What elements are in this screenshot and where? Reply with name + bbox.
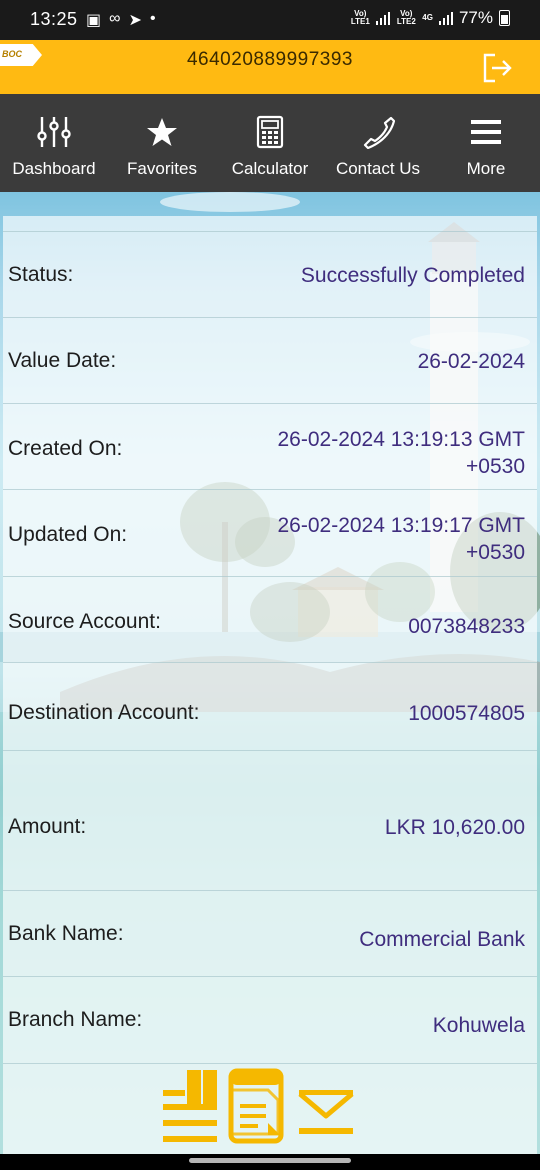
status-bar: 13:25 ▣ ∞ ➤ • Vo) LTE1 Vo) LTE2 4G 77%: [0, 0, 540, 40]
dot-icon: •: [149, 10, 156, 27]
detail-value: Commercial Bank: [359, 928, 525, 951]
detail-label: Created On:: [8, 437, 123, 460]
copy-document-icon[interactable]: [228, 1068, 284, 1144]
nav-label: Calculator: [231, 159, 309, 178]
network-type: 4G: [422, 13, 433, 22]
detail-value: 26-02-2024 13:19:13 GMT +0530: [277, 428, 526, 478]
detail-value: Kohuwela: [432, 1014, 525, 1037]
nav-label: Favorites: [127, 159, 197, 178]
detail-row-status: Status: Successfully Completed: [3, 231, 537, 318]
nav-calculator[interactable]: Calculator: [216, 94, 324, 192]
nav-dashboard[interactable]: Dashboard: [0, 94, 108, 192]
status-time: 13:25: [30, 9, 78, 29]
battery-level: 77%: [458, 8, 493, 27]
nav-label: Dashboard: [12, 159, 96, 178]
main-nav: Dashboard Favorites Calculator Contact U…: [0, 94, 540, 192]
nav-contact-us[interactable]: Contact Us: [324, 94, 432, 192]
signal-icon: [438, 11, 453, 25]
gallery-icon: ▣: [86, 12, 102, 29]
detail-row-source-account: Source Account: 0073848233: [3, 576, 537, 663]
detail-value: 26-02-2024: [417, 350, 525, 373]
mail-icon[interactable]: [297, 1088, 355, 1136]
detail-label: Bank Name:: [8, 922, 124, 945]
detail-value: Successfully Completed: [300, 264, 525, 287]
battery-icon: [499, 10, 510, 26]
signal-icon: [376, 11, 391, 25]
detail-label: Amount:: [8, 815, 87, 838]
detail-row-created-on: Created On: 26-02-2024 13:19:13 GMT +053…: [3, 403, 537, 490]
detail-label: Source Account:: [8, 610, 161, 633]
app-header: BOC 464020889997393: [0, 40, 540, 94]
detail-label: Value Date:: [8, 349, 117, 372]
nav-label: Contact Us: [335, 159, 421, 178]
menu-icon: [471, 112, 501, 152]
detail-value: 0073848233: [408, 615, 525, 638]
nav-more[interactable]: More: [432, 94, 540, 192]
detail-row-updated-on: Updated On: 26-02-2024 13:19:17 GMT +053…: [3, 489, 537, 576]
transaction-details-screen[interactable]: Status: Successfully Completed Value Dat…: [0, 192, 540, 1154]
detail-row-destination-account: Destination Account: 1000574805: [3, 662, 537, 751]
calculator-icon: [256, 112, 284, 152]
detail-label: Destination Account:: [8, 701, 200, 724]
sliders-icon: [36, 112, 72, 152]
home-gesture-handle[interactable]: [189, 1158, 351, 1163]
phone-icon: [361, 112, 395, 152]
detail-value: LKR 10,620.00: [384, 816, 525, 839]
nav-favorites[interactable]: Favorites: [108, 94, 216, 192]
detail-label: Branch Name:: [8, 1008, 143, 1031]
navigation-icon: ➤: [128, 12, 142, 29]
detail-row-bank-name: Bank Name: Commercial Bank: [3, 890, 537, 977]
detail-label: Updated On:: [8, 523, 128, 546]
detail-value: 1000574805: [408, 702, 525, 725]
notification-icons: ▣ ∞ ➤ •: [86, 10, 156, 30]
sim2-indicator: Vo) LTE2: [396, 9, 416, 26]
detail-row-value-date: Value Date: 26-02-2024: [3, 317, 537, 404]
account-number: 464020889997393: [186, 49, 353, 70]
detail-label: Status:: [8, 263, 74, 286]
detail-row-amount: Amount: LKR 10,620.00: [3, 750, 537, 891]
action-bar: [0, 1068, 540, 1148]
link-icon: ∞: [109, 10, 121, 27]
logout-icon[interactable]: [482, 52, 514, 84]
system-indicators: Vo) LTE1 Vo) LTE2 4G 77%: [350, 8, 510, 28]
sim1-indicator: Vo) LTE1: [350, 9, 370, 26]
detail-row-branch-name: Branch Name: Kohuwela: [3, 976, 537, 1064]
nav-label: More: [466, 159, 506, 178]
detail-value: 26-02-2024 13:19:17 GMT +0530: [277, 514, 526, 564]
receipt-icon[interactable]: [163, 1070, 219, 1144]
star-icon: [146, 112, 178, 152]
system-nav-bar: [0, 1154, 540, 1170]
